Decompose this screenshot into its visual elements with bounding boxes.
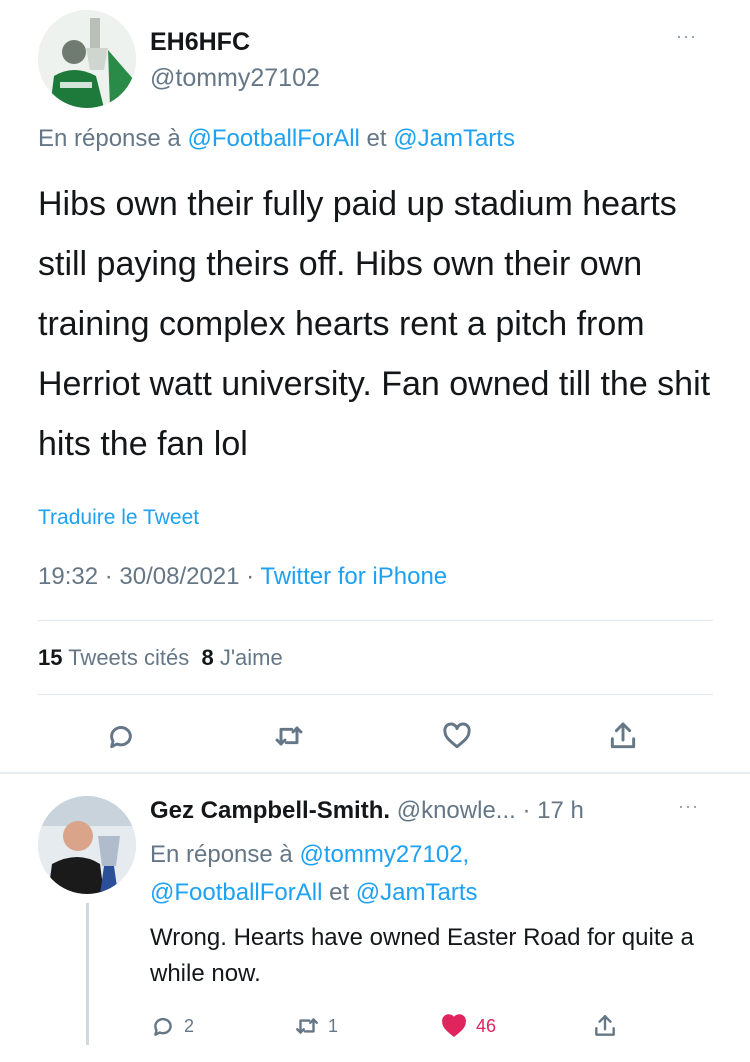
avatar-image	[38, 796, 136, 894]
mention-link[interactable]: @FootballForAll	[150, 879, 322, 906]
reply-prefix: En réponse à	[38, 125, 181, 152]
mention-link[interactable]: @JamTarts	[393, 125, 515, 152]
retweet-icon	[296, 1018, 318, 1034]
like-count: 8	[201, 645, 214, 670]
reply-conjunction: et	[366, 125, 387, 152]
like-label: J'aime	[219, 645, 283, 670]
likes-stat[interactable]: 8 J'aime	[201, 645, 282, 670]
reply-retweet-button[interactable]: 1	[294, 1008, 338, 1044]
reply-context: En réponse à @tommy27102, @FootballForAl…	[150, 836, 710, 912]
tweet-meta: 19:32 · 30/08/2021 · Twitter for iPhone	[38, 563, 447, 591]
quote-tweets-stat[interactable]: 15 Tweets cités	[38, 645, 189, 670]
reply-text: Wrong. Hearts have owned Easter Road for…	[150, 924, 694, 987]
retweet-icon	[275, 726, 303, 746]
tweet-source[interactable]: Twitter for iPhone	[260, 563, 447, 590]
thread-separator	[0, 772, 750, 774]
reply-author-handle[interactable]: @knowle...	[397, 797, 516, 824]
like-button[interactable]	[437, 716, 477, 756]
author-avatar[interactable]	[38, 10, 136, 108]
reply-icon	[154, 1017, 172, 1036]
divider	[38, 620, 713, 621]
tweet-text: Hibs own their fully paid up stadium hea…	[38, 185, 711, 463]
mention-link[interactable]: @FootballForAll	[187, 125, 359, 152]
share-icon	[610, 722, 636, 749]
reply-reply-button[interactable]: 2	[150, 1008, 194, 1044]
quote-count: 15	[38, 645, 63, 670]
reply-author-avatar[interactable]	[38, 796, 136, 894]
tweet-stats: 15 Tweets cités 8 J'aime	[38, 645, 283, 671]
reply-prefix: En réponse à	[150, 841, 293, 868]
author-name[interactable]: EH6HFC	[150, 28, 250, 57]
author-handle[interactable]: @tommy27102	[150, 64, 320, 93]
translate-link[interactable]: Traduire le Tweet	[38, 506, 199, 530]
reply-share-button[interactable]	[592, 1008, 618, 1044]
more-options-icon[interactable]: ···	[678, 796, 699, 817]
reply-count: 2	[184, 1015, 195, 1036]
reply-conjunction: et	[329, 879, 350, 906]
reply-header: Gez Campbell-Smith. @knowle... · 17 h	[150, 797, 584, 825]
share-icon	[595, 1015, 615, 1036]
reply-icon	[110, 726, 132, 749]
mention-link[interactable]: @tommy27102,	[299, 841, 469, 868]
reply-author-name[interactable]: Gez Campbell-Smith.	[150, 797, 390, 824]
retweet-button[interactable]	[269, 716, 309, 756]
reply-like-button[interactable]: 46	[440, 1008, 496, 1044]
retweet-count: 1	[328, 1015, 339, 1036]
like-icon	[443, 722, 471, 749]
divider	[38, 694, 713, 695]
reply-button[interactable]	[101, 716, 141, 756]
more-options-icon[interactable]: ···	[676, 26, 697, 47]
avatar-image	[38, 10, 136, 108]
quote-label: Tweets cités	[68, 645, 190, 670]
like-count: 46	[476, 1015, 497, 1036]
mention-link[interactable]: @JamTarts	[356, 879, 478, 906]
reply-context: En réponse à @FootballForAll et @JamTart…	[38, 125, 515, 153]
reply-timestamp[interactable]: · 17 h	[522, 797, 583, 824]
share-button[interactable]	[603, 716, 643, 756]
liked-heart-icon	[442, 1014, 466, 1037]
main-tweet: EH6HFC @tommy27102 ··· En réponse à @Foo…	[0, 0, 750, 775]
thread-connector-line	[86, 903, 89, 1045]
tweet-timestamp[interactable]: 19:32 · 30/08/2021 ·	[38, 563, 260, 590]
